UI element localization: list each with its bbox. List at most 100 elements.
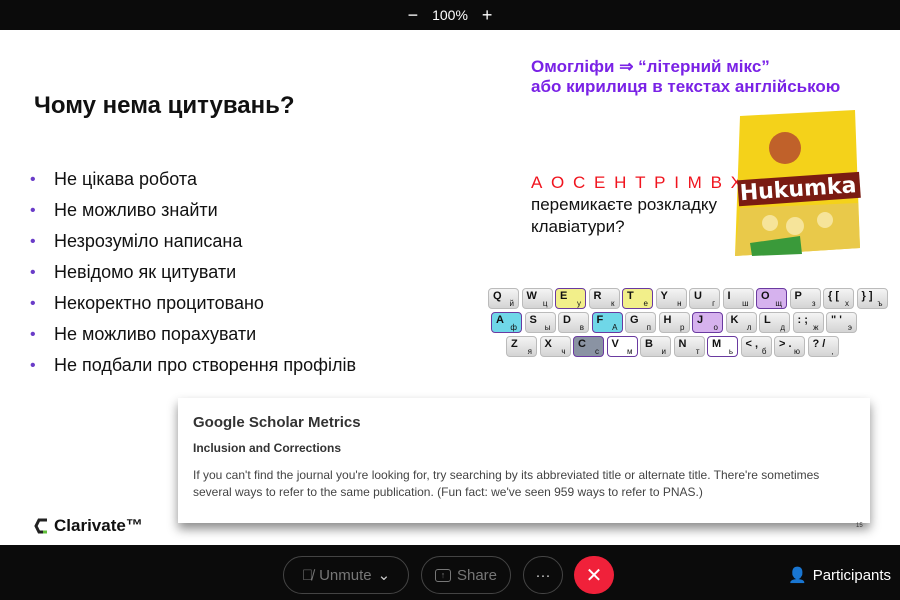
key-cyrillic: ш [742, 299, 749, 308]
key-cyrillic: м [627, 347, 633, 356]
key-cyrillic: у [577, 299, 581, 308]
homoglyph-line-2: або кирилиця в текстах англійською [531, 77, 841, 96]
meeting-controls: 🎙̸ Unmute ⌄ ↑ Share ··· ✕ [0, 545, 900, 600]
key-latin: } ] [861, 290, 873, 302]
key-latin: Y [660, 290, 668, 302]
slide-title: Чому нема цитувань? [34, 92, 295, 119]
keyboard-key: Sы [524, 312, 556, 333]
keyboard-key: Jо [692, 312, 723, 333]
keyboard-key: Rк [588, 288, 620, 309]
key-cyrillic: ц [542, 299, 548, 308]
participants-button[interactable]: 👤 Participants [788, 566, 892, 585]
homoglyph-heading: Омогліфи ⇒ “літерний мікс” або кирилиця … [531, 57, 840, 97]
keyboard-key: Pз [789, 288, 821, 309]
key-latin: Q [493, 290, 502, 302]
key-latin: D [563, 314, 571, 326]
keyboard-key: Lд [759, 312, 790, 333]
key-latin: V [611, 338, 619, 350]
bullet-dot: • [30, 201, 36, 219]
key-cyrillic: ж [813, 323, 819, 332]
key-cyrillic: п [646, 323, 651, 332]
key-latin: G [630, 314, 639, 326]
gs-title: Google Scholar Metrics [193, 414, 361, 431]
key-cyrillic: н [677, 299, 682, 308]
end-call-button[interactable]: ✕ [574, 556, 614, 594]
zoom-level: 100% [432, 7, 468, 23]
unmute-label: Unmute [319, 566, 372, 584]
more-button[interactable]: ··· [523, 556, 563, 594]
close-icon: ✕ [585, 564, 603, 587]
key-latin: F [596, 314, 604, 326]
keyboard-key: Nт [673, 336, 705, 357]
keyboard-key: { [х [823, 288, 854, 309]
key-cyrillic: л [746, 323, 752, 332]
key-latin: T [627, 290, 634, 302]
keyboard-key: Oщ [756, 288, 787, 309]
key-latin: E [560, 290, 568, 302]
key-cyrillic: ъ [877, 299, 883, 308]
key-latin: B [645, 338, 653, 350]
participants-icon: 👤 [788, 567, 807, 584]
bullet-text: Не подбали про створення профілів [54, 355, 357, 375]
keyboard-key: Hр [658, 312, 690, 333]
key-latin: M [712, 338, 722, 350]
key-latin: { [ [828, 290, 839, 302]
keyboard-key: Kл [725, 312, 757, 333]
question-line-2: клавіатури? [531, 217, 625, 236]
key-latin: H [663, 314, 672, 326]
key-latin: " ' [831, 314, 842, 326]
bullet-dot: • [30, 232, 36, 250]
layout-question: А О С Е Н Т Р І М В Х - перемикаєте розк… [531, 172, 754, 238]
keyboard-key: Aф [491, 312, 522, 333]
key-latin: > . [779, 338, 792, 350]
keyboard-key: Qй [488, 288, 519, 309]
key-latin: W [526, 290, 537, 302]
keyboard-key: } ] ъ [856, 288, 888, 309]
keyboard-key: Cс [573, 336, 604, 357]
homoglyph-letters: А О С Е Н Т Р І М В Х [531, 173, 744, 192]
key-cyrillic: в [579, 323, 584, 332]
key-cyrillic: е [643, 299, 648, 308]
key-latin: Z [511, 338, 518, 350]
bullet-item: • Незрозуміло написана [30, 226, 356, 257]
key-cyrillic: з [811, 299, 816, 308]
key-cyrillic: ь [728, 347, 733, 356]
chevron-down-icon[interactable]: ⌄ [378, 566, 391, 584]
bullet-text: Незрозуміло написана [54, 231, 243, 251]
homoglyph-line-1: Омогліфи ⇒ “літерний мікс” [531, 57, 770, 76]
key-latin: P [794, 290, 802, 302]
snack-bag-image: Hukumka [735, 110, 861, 256]
zoom-in-button[interactable]: + [482, 6, 493, 24]
bullet-item: • Не можливо знайти [30, 195, 356, 226]
keyboard-key: " ' э [826, 312, 857, 333]
keyboard-key: Mь [707, 336, 738, 357]
key-latin: J [697, 314, 704, 326]
bullet-text: Не можливо порахувати [54, 324, 257, 344]
key-latin: O [761, 290, 770, 302]
bullet-item: • Некоректно процитовано [30, 288, 356, 319]
key-cyrillic: ю [794, 347, 800, 356]
shared-slide: Чому нема цитувань? • Не цікава робота • Не… [0, 30, 900, 545]
key-latin: I [727, 290, 731, 302]
key-cyrillic: с [595, 347, 599, 356]
page-number: 15 [856, 523, 863, 529]
zoom-out-button[interactable]: − [408, 6, 419, 24]
bullet-item: • Не можливо порахувати [30, 319, 356, 350]
key-latin: : ; [797, 314, 808, 326]
key-latin: L [764, 314, 771, 326]
keyboard-key: < ,б [740, 336, 772, 357]
bullet-dot: • [30, 170, 36, 188]
keyboard-key: FА [591, 312, 623, 333]
participants-label: Participants [812, 566, 892, 584]
key-cyrillic: г [712, 299, 715, 308]
key-latin: X [544, 338, 552, 350]
key-cyrillic: и [661, 347, 666, 356]
keyboard-key: Xч [539, 336, 571, 357]
unmute-button[interactable]: 🎙̸ Unmute ⌄ [283, 556, 409, 594]
key-cyrillic: , [831, 347, 834, 356]
share-label: Share [456, 566, 498, 584]
bullet-dot: • [30, 356, 36, 374]
key-cyrillic: б [761, 347, 767, 356]
share-button[interactable]: ↑ Share [421, 556, 511, 594]
key-cyrillic: щ [775, 299, 782, 308]
